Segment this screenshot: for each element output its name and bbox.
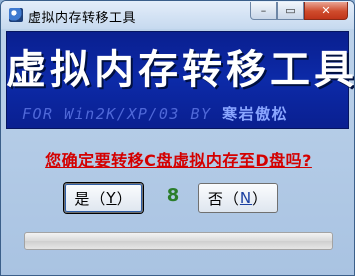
close-button[interactable]: ✕ [304, 2, 348, 20]
no-button-hotkey: N [239, 189, 253, 207]
yes-button-hotkey: Y [106, 189, 117, 207]
title-bar[interactable]: 虚拟内存转移工具 – ▭ ✕ [1, 1, 354, 29]
banner-subtitle: FOR Win2K/XP/03 BY 寒岩傲松 [22, 103, 288, 124]
confirm-question: 您确定要转移C盘虚拟内存至D盘吗? [45, 151, 312, 170]
banner-subtitle-text: FOR Win2K/XP/03 BY [22, 105, 223, 123]
banner-title: 虚拟内存转移工具 [6, 46, 355, 93]
maximize-button[interactable]: ▭ [277, 2, 304, 20]
dialog-window: 虚拟内存转移工具 – ▭ ✕ 虚拟内存转移工具 FOR Win2K/XP/03 … [0, 0, 355, 276]
maximize-icon: ▭ [285, 4, 296, 17]
countdown-timer: 8 [166, 185, 180, 206]
close-icon: ✕ [321, 4, 331, 17]
yes-button[interactable]: 是（ Y） [64, 183, 143, 213]
app-icon [9, 8, 23, 22]
no-button-label: 否（ [207, 189, 240, 208]
minimize-icon: – [260, 4, 267, 17]
progress-bar [24, 232, 333, 250]
banner-author: 寒岩傲松 [222, 105, 289, 123]
no-button-suffix: ） [252, 189, 269, 208]
banner: 虚拟内存转移工具 FOR Win2K/XP/03 BY 寒岩傲松 [6, 31, 355, 129]
no-button[interactable]: 否（ N） [198, 183, 278, 213]
minimize-button[interactable]: – [250, 2, 277, 20]
yes-button-suffix: ） [116, 189, 133, 208]
yes-button-label: 是（ [74, 189, 107, 208]
window-title: 虚拟内存转移工具 [28, 11, 137, 26]
caption-buttons: – ▭ ✕ [250, 2, 348, 22]
